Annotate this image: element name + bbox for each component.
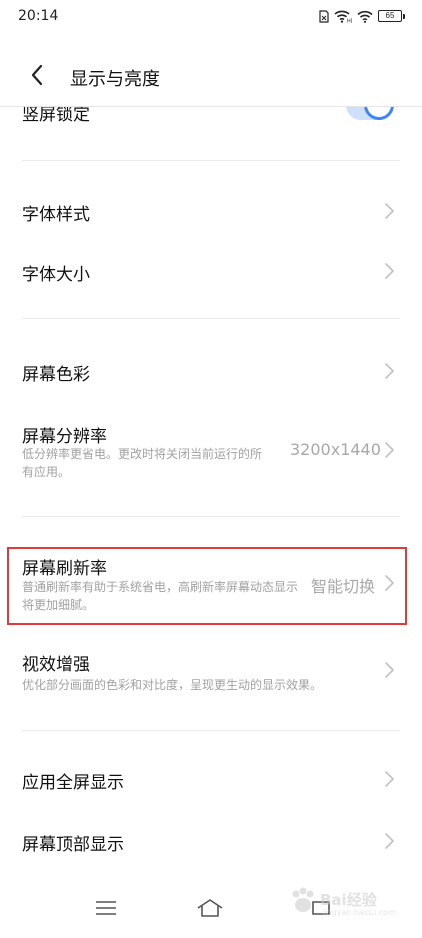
back-button[interactable] bbox=[22, 62, 52, 92]
row-screen-color[interactable]: 屏幕色彩 bbox=[0, 340, 422, 400]
toggle-knob bbox=[364, 106, 394, 120]
chevron-right-icon bbox=[383, 770, 395, 788]
header: 显示与亮度 bbox=[0, 50, 422, 106]
home-button[interactable] bbox=[195, 898, 225, 922]
row-fullscreen-apps-label: 应用全屏显示 bbox=[22, 773, 124, 793]
row-top-display-label: 屏幕顶部显示 bbox=[22, 835, 124, 855]
wifi-hd-icon: HD bbox=[334, 10, 352, 23]
section-divider bbox=[22, 516, 400, 517]
section-divider bbox=[22, 160, 400, 161]
row-screen-color-label: 屏幕色彩 bbox=[22, 365, 90, 385]
chevron-right-icon bbox=[383, 441, 395, 459]
portrait-lock-toggle[interactable] bbox=[346, 106, 394, 120]
row-font-size-label: 字体大小 bbox=[22, 265, 90, 285]
status-time: 20:14 bbox=[18, 8, 59, 24]
watermark-sub: jingyan.baidu.com bbox=[322, 908, 396, 917]
back-arrow-icon bbox=[30, 64, 44, 90]
watermark-text: Bai经验 bbox=[320, 891, 377, 909]
svg-text:HD: HD bbox=[347, 18, 352, 23]
portrait-lock-label: 竖屏锁定 bbox=[22, 106, 90, 125]
chevron-right-icon bbox=[383, 362, 395, 380]
portrait-lock-row[interactable]: 竖屏锁定 bbox=[0, 106, 422, 160]
row-visual-enhance-description: 优化部分画面的色彩和对比度，呈现更生动的显示效果。 bbox=[22, 678, 323, 692]
page-title: 显示与亮度 bbox=[70, 69, 160, 90]
watermark: Bai经验 jingyan.baidu.com bbox=[282, 880, 412, 920]
row-screen-resolution-value: 3200x1440 bbox=[290, 440, 381, 459]
chevron-right-icon bbox=[383, 832, 395, 850]
row-visual-enhance-label: 视效增强 bbox=[22, 655, 90, 675]
chevron-right-icon bbox=[383, 202, 395, 220]
row-visual-enhance[interactable]: 视效增强 优化部分画面的色彩和对比度，呈现更生动的显示效果。 bbox=[0, 640, 422, 702]
row-screen-resolution-label: 屏幕分辨率 bbox=[22, 427, 107, 447]
wifi-icon bbox=[357, 10, 373, 23]
row-font-size[interactable]: 字体大小 bbox=[0, 240, 422, 302]
section-divider bbox=[22, 730, 400, 731]
row-screen-resolution[interactable]: 屏幕分辨率 低分辨率更省电。更改时将关闭当前运行的所有应用。 3200x1440 bbox=[0, 410, 422, 490]
row-font-style[interactable]: 字体样式 bbox=[0, 180, 422, 242]
menu-icon bbox=[95, 900, 117, 920]
home-icon bbox=[196, 898, 224, 922]
menu-button[interactable] bbox=[91, 898, 121, 922]
header-divider bbox=[0, 106, 422, 107]
sim-card-icon bbox=[319, 9, 329, 23]
section-divider bbox=[22, 318, 400, 319]
battery-icon: 65 bbox=[378, 10, 405, 22]
chevron-right-icon bbox=[383, 262, 395, 280]
row-font-style-label: 字体样式 bbox=[22, 205, 90, 225]
row-top-display[interactable]: 屏幕顶部显示 bbox=[0, 810, 422, 872]
row-screen-resolution-description: 低分辨率更省电。更改时将关闭当前运行的所有应用。 bbox=[22, 447, 263, 479]
row-fullscreen-apps[interactable]: 应用全屏显示 bbox=[0, 748, 422, 810]
highlight-box bbox=[7, 547, 407, 625]
chevron-right-icon bbox=[383, 661, 395, 679]
status-bar: 20:14 HD 65 bbox=[0, 0, 422, 34]
paw-logo-icon bbox=[288, 886, 318, 920]
status-icons: HD 65 bbox=[319, 9, 405, 23]
